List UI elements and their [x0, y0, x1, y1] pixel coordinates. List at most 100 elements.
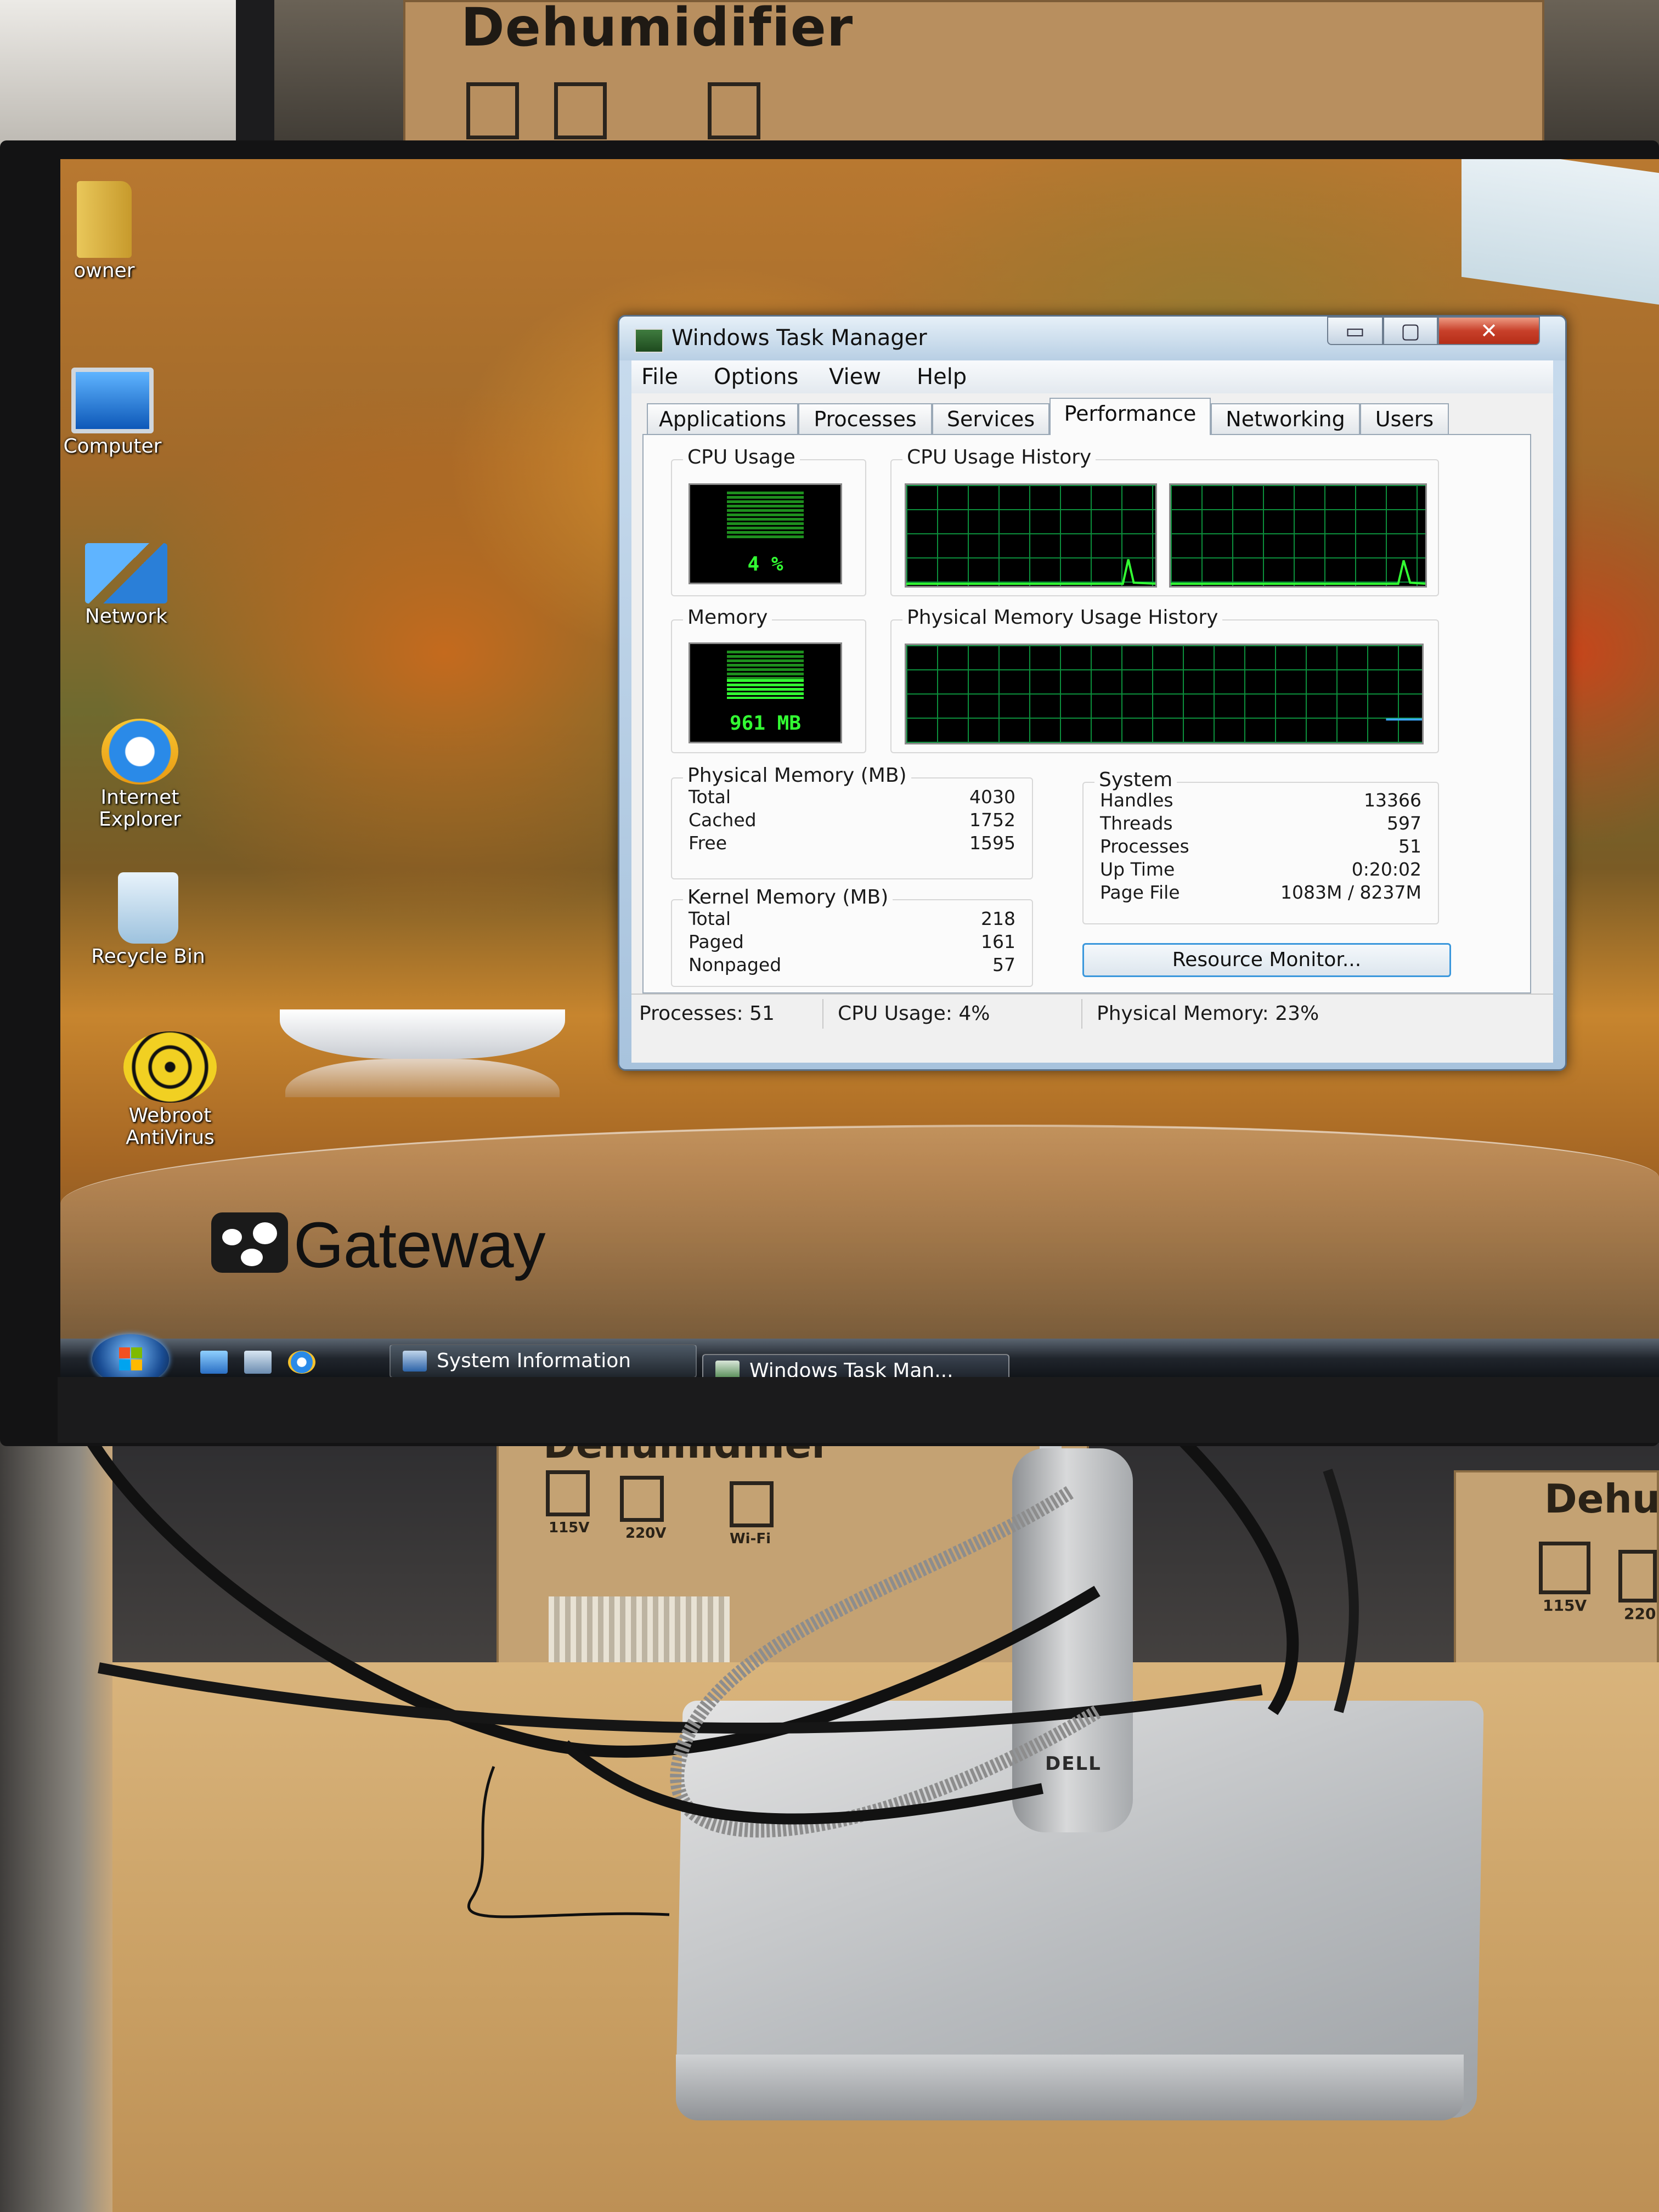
desktop-icon-webroot-antivirus[interactable]: Webroot AntiVirus — [115, 1031, 225, 1149]
desktop-icon-label: Internet Explorer — [99, 786, 181, 831]
row-value: 13366 — [1364, 789, 1421, 811]
row-label: Paged — [689, 931, 744, 952]
cpu-history-group: CPU Usage History — [890, 446, 1439, 596]
cpu-meter-bars — [727, 492, 804, 540]
maximize-button[interactable]: ▢ — [1383, 317, 1438, 345]
status-cpu-usage: CPU Usage: 4% — [830, 999, 1082, 1029]
system-information-icon — [403, 1351, 427, 1372]
memory-history-group: Physical Memory Usage History — [890, 606, 1439, 753]
row-value: 57 — [992, 954, 1015, 975]
desktop-icon-label: Computer — [63, 435, 162, 458]
show-desktop-icon[interactable] — [200, 1351, 228, 1374]
wallpaper-sky — [1462, 159, 1659, 305]
system-row-up-time: Up Time 0:20:02 — [1084, 859, 1438, 882]
minimize-icon: ▭ — [1345, 319, 1365, 343]
minimize-button[interactable]: ▭ — [1327, 317, 1383, 345]
row-value: 1083M / 8237M — [1280, 882, 1421, 903]
desktop-icon-label: Recycle Bin — [91, 945, 205, 968]
taskbar-button-system-information[interactable]: System Information — [390, 1344, 697, 1378]
start-button[interactable] — [92, 1334, 169, 1383]
tab-services[interactable]: Services — [932, 403, 1049, 434]
taskbar-button-label: System Information — [437, 1350, 631, 1372]
desktop-icon-network[interactable]: Network — [71, 543, 181, 628]
wallpaper-boat-reflection — [285, 1059, 560, 1097]
row-value: 218 — [981, 908, 1015, 929]
internet-explorer-icon — [101, 719, 178, 785]
window-client-area: Applications Processes Services Performa… — [631, 393, 1553, 1063]
close-button[interactable]: ✕ — [1438, 317, 1540, 345]
cpu-usage-title: CPU Usage — [683, 446, 800, 469]
tab-applications[interactable]: Applications — [647, 403, 798, 434]
cpu-usage-meter: 4 % — [689, 483, 842, 584]
physical-memory-row-cached: Cached 1752 — [672, 809, 1032, 832]
kernel-memory-row-total: Total 218 — [672, 908, 1032, 931]
desktop-icon-label: owner — [74, 259, 135, 282]
system-group: System Handles 13366 Threads 597 Processes… — [1082, 769, 1439, 924]
cpu-history-graph-core-2 — [1169, 483, 1427, 588]
menu-view[interactable]: View — [829, 360, 881, 393]
row-label: Threads — [1100, 812, 1173, 834]
row-label: Processes — [1100, 836, 1189, 857]
memory-meter-fill — [727, 679, 804, 699]
menu-bar: File Options View Help — [631, 360, 1553, 394]
physical-memory-group: Physical Memory (MB) Total 4030 Cached 175… — [671, 764, 1033, 879]
physical-memory-title: Physical Memory (MB) — [683, 764, 911, 787]
computer-icon — [71, 368, 154, 433]
row-label: Cached — [689, 809, 757, 831]
gateway-logo-text: Gateway — [294, 1209, 546, 1282]
switch-windows-icon[interactable] — [244, 1351, 272, 1374]
desktop-icon-internet-explorer[interactable]: Internet Explorer — [85, 719, 195, 831]
kernel-memory-title: Kernel Memory (MB) — [683, 886, 893, 909]
kernel-memory-row-paged: Paged 161 — [672, 931, 1032, 954]
system-row-page-file: Page File 1083M / 8237M — [1084, 882, 1438, 905]
tab-processes[interactable]: Processes — [798, 403, 932, 434]
background-shelf — [0, 0, 258, 159]
system-row-handles: Handles 13366 — [1084, 789, 1438, 812]
menu-options[interactable]: Options — [714, 360, 798, 393]
cpu-history-line — [1171, 560, 1425, 585]
desktop-icon-computer[interactable]: Computer — [60, 368, 167, 458]
tab-users[interactable]: Users — [1360, 403, 1449, 434]
box-label-top: Dehumidifier — [461, 0, 854, 58]
row-value: 161 — [981, 931, 1015, 952]
task-manager-icon — [635, 329, 663, 353]
cpu-history-title: CPU Usage History — [902, 446, 1096, 469]
internet-explorer-icon[interactable] — [288, 1351, 315, 1374]
row-label: Handles — [1100, 789, 1173, 811]
desktop-icon-owner[interactable]: owner — [60, 181, 159, 282]
desktop-icon-recycle-bin[interactable]: Recycle Bin — [91, 872, 205, 968]
row-label: Free — [689, 832, 727, 854]
physical-memory-row-total: Total 4030 — [672, 786, 1032, 809]
recycle-bin-icon — [118, 872, 178, 944]
menu-help[interactable]: Help — [917, 360, 967, 393]
box-checkbox-checked — [466, 82, 519, 139]
row-label: Total — [689, 908, 731, 929]
monitor-stand-base-edge — [676, 2055, 1464, 2120]
row-label: Page File — [1100, 882, 1180, 903]
row-value: 597 — [1387, 812, 1421, 834]
resource-monitor-button[interactable]: Resource Monitor... — [1082, 943, 1451, 977]
window-title: Windows Task Manager — [672, 325, 927, 351]
windows-logo-icon — [119, 1347, 142, 1370]
system-row-threads: Threads 597 — [1084, 812, 1438, 836]
tab-performance[interactable]: Performance — [1049, 398, 1211, 435]
tab-networking[interactable]: Networking — [1211, 403, 1360, 434]
gateway-logo-icon — [211, 1212, 288, 1273]
row-label: Nonpaged — [689, 954, 782, 975]
menu-file[interactable]: File — [641, 360, 678, 393]
memory-title: Memory — [683, 606, 772, 629]
kernel-memory-row-nonpaged: Nonpaged 57 — [672, 954, 1032, 977]
performance-tab-page: CPU Usage 4 % CPU Usage History Memory 9… — [642, 434, 1531, 994]
maximize-icon: ▢ — [1401, 319, 1420, 343]
shelf-post — [236, 0, 274, 159]
row-value: 1595 — [969, 832, 1015, 854]
close-icon: ✕ — [1480, 319, 1498, 343]
cpu-history-graph-core-1 — [905, 483, 1157, 588]
user-folder-icon — [77, 181, 132, 258]
webroot-antivirus-icon — [123, 1031, 217, 1103]
memory-value: 961 MB — [729, 712, 802, 735]
memory-history-line — [1386, 718, 1422, 721]
physical-memory-row-free: Free 1595 — [672, 832, 1032, 855]
kernel-memory-group: Kernel Memory (MB) Total 218 Paged 161 Non… — [671, 886, 1033, 987]
memory-history-title: Physical Memory Usage History — [902, 606, 1223, 629]
